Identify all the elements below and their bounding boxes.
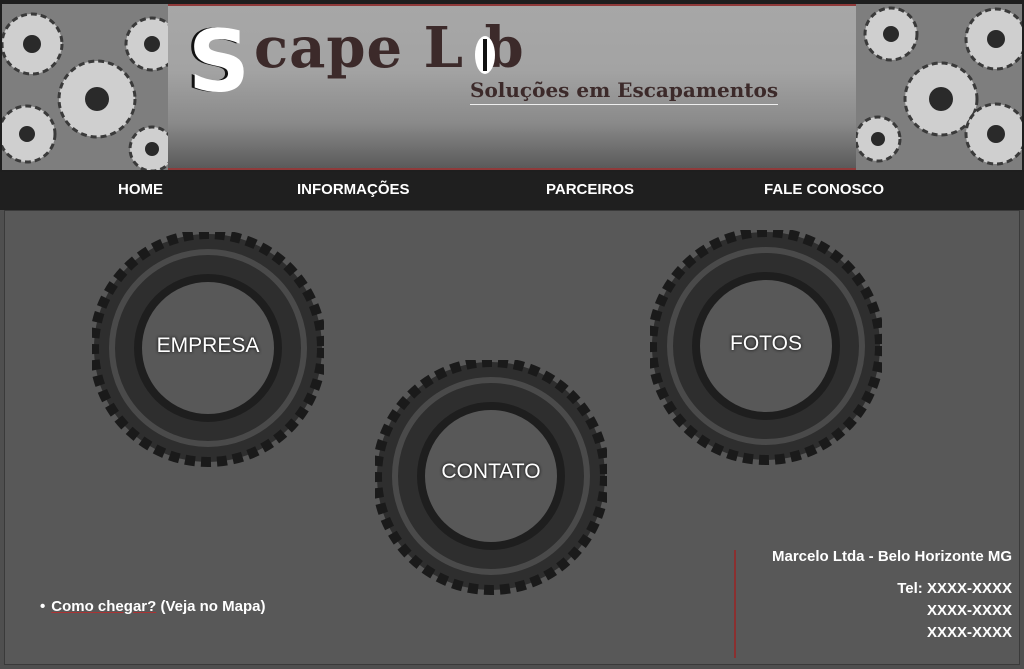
company-name: Marcelo Ltda - Belo Horizonte MG [771,548,1012,565]
tile-contato[interactable]: CONTATO [375,360,607,596]
nav-item-home[interactable]: HOME [118,181,163,198]
nav-item-fale-conosco[interactable]: FALE CONOSCO [764,181,884,198]
map-link-note[interactable]: (Veja no Mapa) [156,598,265,615]
nav-item-informacoes[interactable]: INFORMAÇÕES [297,181,410,198]
tile-label: FOTOS [730,332,802,355]
header-banner: S cape L b Soluções em Escapamentos [168,4,856,170]
logo-tagline: Soluções em Escapamentos [470,78,779,105]
logo-letter-a-icon [475,36,495,74]
footer-divider [734,550,736,658]
logo-initial: S [188,12,250,112]
tile-empresa[interactable]: EMPRESA [92,232,324,468]
map-link[interactable]: Como chegar? [51,598,156,615]
map-link-item: • Como chegar? (Veja no Mapa) [40,598,265,615]
tile-label: CONTATO [441,460,541,483]
nav-item-parceiros[interactable]: PARCEIROS [546,181,634,198]
phone-number: XXXX-XXXX [926,624,1012,641]
phone-number: Tel: XXXX-XXXX [897,580,1012,597]
gears-image-right [856,4,1022,170]
phone-list: Tel: XXXX-XXXX XXXX-XXXX XXXX-XXXX [897,578,1012,644]
tile-label: EMPRESA [156,334,260,357]
site-header: S cape L b Soluções em Escapamentos [0,0,1024,172]
bullet: • [40,598,46,615]
phone-number: XXXX-XXXX [926,602,1012,619]
gears-image-left [2,4,170,170]
main-nav: HOME INFORMAÇÕES PARCEIROS FALE CONOSCO [0,172,1024,210]
tile-fotos[interactable]: FOTOS [650,230,882,466]
